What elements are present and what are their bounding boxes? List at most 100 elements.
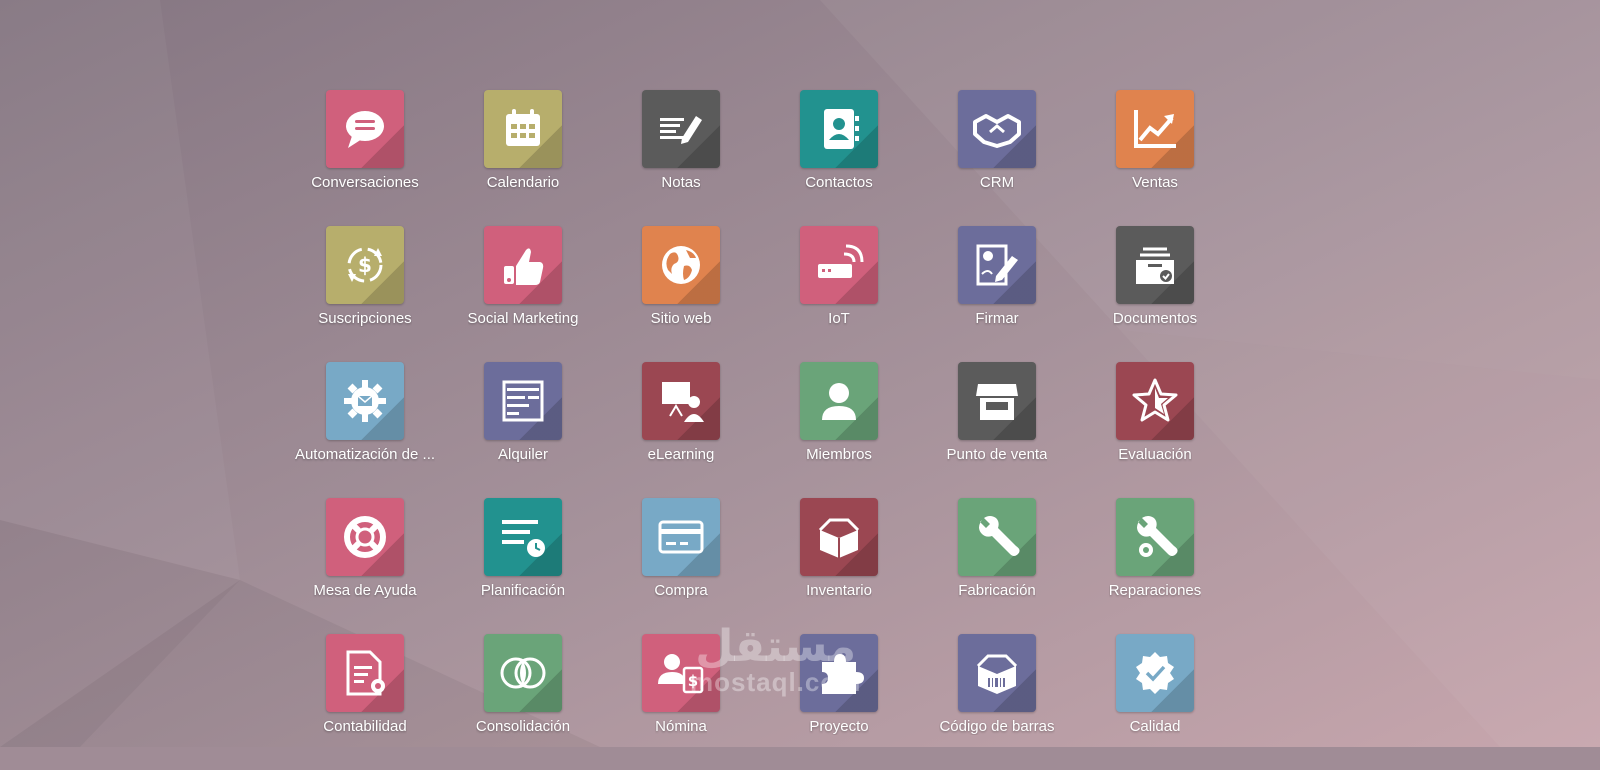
handshake-icon (973, 114, 1021, 148)
app-tile[interactable] (326, 362, 404, 440)
chat-bubble-icon (346, 111, 384, 148)
app-tile[interactable] (484, 634, 562, 712)
app-label: Calendario (486, 174, 560, 191)
open-box-icon (818, 518, 860, 558)
lifebuoy-icon (344, 516, 386, 558)
app-calidad[interactable]: Calidad (1076, 634, 1234, 770)
payroll-user-icon: $ (658, 654, 704, 694)
app-planificacion[interactable]: Planificación (444, 498, 602, 634)
app-tile[interactable] (1116, 498, 1194, 576)
app-crm[interactable]: CRM (918, 90, 1076, 226)
app-tile[interactable]: $ (642, 634, 720, 712)
app-label: Consolidación (475, 718, 571, 735)
app-label: Ventas (1132, 174, 1178, 191)
app-sitio-web[interactable]: Sitio web (602, 226, 760, 362)
app-tile[interactable] (642, 90, 720, 168)
app-elearning[interactable]: eLearning (602, 362, 760, 498)
app-calendario[interactable]: Calendario (444, 90, 602, 226)
app-label: Social Marketing (467, 310, 579, 327)
app-ventas[interactable]: Ventas (1076, 90, 1234, 226)
member-user-icon (822, 383, 856, 420)
app-label: Alquiler (497, 446, 549, 463)
app-tile[interactable] (800, 226, 878, 304)
app-tile[interactable] (326, 634, 404, 712)
app-tile[interactable] (800, 634, 878, 712)
app-label: Miembros (806, 446, 872, 463)
app-notas[interactable]: Notas (602, 90, 760, 226)
app-documentos[interactable]: Documentos (1076, 226, 1234, 362)
app-fabricacion[interactable]: Fabricación (918, 498, 1076, 634)
app-alquiler[interactable]: Alquiler (444, 362, 602, 498)
app-evaluacion[interactable]: Evaluación (1076, 362, 1234, 498)
app-tile[interactable] (800, 362, 878, 440)
app-contabilidad[interactable]: Contabilidad (286, 634, 444, 770)
app-label: Notas (661, 174, 701, 191)
app-contactos[interactable]: Contactos (760, 90, 918, 226)
app-tile[interactable] (1116, 226, 1194, 304)
app-tile[interactable] (326, 90, 404, 168)
app-label: Compra (654, 582, 708, 599)
app-suscripciones[interactable]: $ Suscripciones (286, 226, 444, 362)
app-nomina[interactable]: $ Nómina (602, 634, 760, 770)
presentation-icon (662, 382, 704, 422)
app-compra[interactable]: Compra (602, 498, 760, 634)
app-tile[interactable] (1116, 634, 1194, 712)
app-tile[interactable] (1116, 362, 1194, 440)
app-tile[interactable] (642, 362, 720, 440)
calendar-icon (506, 109, 540, 146)
app-tile[interactable] (958, 226, 1036, 304)
app-label: Firmar (975, 310, 1019, 327)
credit-card-icon (658, 520, 704, 554)
app-tile[interactable] (484, 226, 562, 304)
app-tile[interactable] (642, 226, 720, 304)
app-automatizacion-de[interactable]: Automatización de ... (286, 362, 444, 498)
app-tile[interactable] (642, 498, 720, 576)
star-icon (1132, 378, 1178, 422)
app-tile[interactable] (800, 90, 878, 168)
app-tile[interactable] (484, 90, 562, 168)
app-proyecto[interactable]: Proyecto (760, 634, 918, 770)
app-tile[interactable] (958, 362, 1036, 440)
contact-book-icon (824, 109, 859, 149)
app-label: Automatización de ... (294, 446, 436, 463)
svg-text:$: $ (358, 253, 372, 277)
app-punto-de-venta[interactable]: Punto de venta (918, 362, 1076, 498)
app-miembros[interactable]: Miembros (760, 362, 918, 498)
app-mesa-de-ayuda[interactable]: Mesa de Ayuda (286, 498, 444, 634)
app-label: Fabricación (958, 582, 1036, 599)
app-tile[interactable] (958, 634, 1036, 712)
app-iot[interactable]: IoT (760, 226, 918, 362)
app-consolidacion[interactable]: Consolidación (444, 634, 602, 770)
app-reparaciones[interactable]: Reparaciones (1076, 498, 1234, 634)
app-label: Contabilidad (323, 718, 407, 735)
app-label: IoT (828, 310, 850, 327)
app-inventario[interactable]: Inventario (760, 498, 918, 634)
overlap-circles-icon (500, 657, 546, 689)
app-label: Sitio web (650, 310, 712, 327)
app-label: Suscripciones (318, 310, 412, 327)
app-tile[interactable] (1116, 90, 1194, 168)
iot-device-icon (818, 244, 864, 278)
app-conversaciones[interactable]: Conversaciones (286, 90, 444, 226)
document-tray-icon (1136, 247, 1174, 284)
quality-badge-icon (1136, 652, 1174, 694)
thumbs-up-icon (504, 248, 544, 285)
barcode-box-icon (976, 654, 1018, 694)
app-codigo-de-barras[interactable]: Código de barras (918, 634, 1076, 770)
app-label: Contactos (805, 174, 873, 191)
app-tile[interactable] (484, 362, 562, 440)
app-label: Conversaciones (311, 174, 419, 191)
app-social-marketing[interactable]: Social Marketing (444, 226, 602, 362)
app-tile[interactable] (958, 90, 1036, 168)
app-label: Planificación (480, 582, 566, 599)
app-tile[interactable] (958, 498, 1036, 576)
app-tile[interactable] (326, 498, 404, 576)
gear-mail-icon (344, 380, 386, 422)
recurring-dollar-icon: $ (347, 247, 383, 283)
app-firmar[interactable]: Firmar (918, 226, 1076, 362)
app-grid: Conversaciones Calendario Notas Contactos CR… (286, 90, 1234, 770)
app-tile[interactable]: $ (326, 226, 404, 304)
wrench-icon (979, 516, 1020, 556)
app-tile[interactable] (800, 498, 878, 576)
app-tile[interactable] (484, 498, 562, 576)
